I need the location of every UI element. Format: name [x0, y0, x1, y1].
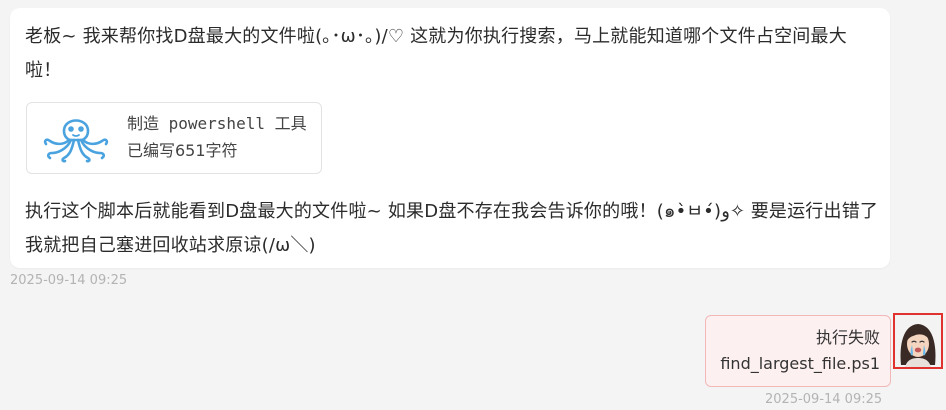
execution-status-text: 执行失败 [815, 328, 880, 347]
octopus-icon [43, 119, 109, 163]
tool-card-subtitle: 已编写651字符 [127, 141, 238, 160]
script-file-name: find_largest_file.ps1 [720, 354, 880, 373]
tool-card-title: 制造 powershell 工具 [127, 114, 307, 133]
assistant-message-timestamp: 2025-09-14 09:25 [10, 273, 128, 288]
user-avatar-icon [895, 315, 941, 367]
user-message-timestamp: 2025-09-14 09:25 [765, 392, 883, 407]
assistant-message-bubble: 老板~ 我来帮你找D盘最大的文件啦(｡･ω･｡)/♡ 这就为你执行搜索，马上就能… [10, 8, 890, 268]
user-message-bubble[interactable]: 执行失败 find_largest_file.ps1 [705, 315, 891, 387]
assistant-message-intro: 老板~ 我来帮你找D盘最大的文件啦(｡･ω･｡)/♡ 这就为你执行搜索，马上就能… [25, 26, 847, 81]
assistant-message-outro: 执行这个脚本后就能看到D盘最大的文件啦~ 如果D盘不存在我会告诉你的哦！(๑•̀… [25, 201, 879, 256]
user-avatar[interactable] [893, 313, 943, 369]
tool-card[interactable]: 制造 powershell 工具 已编写651字符 [26, 102, 322, 174]
